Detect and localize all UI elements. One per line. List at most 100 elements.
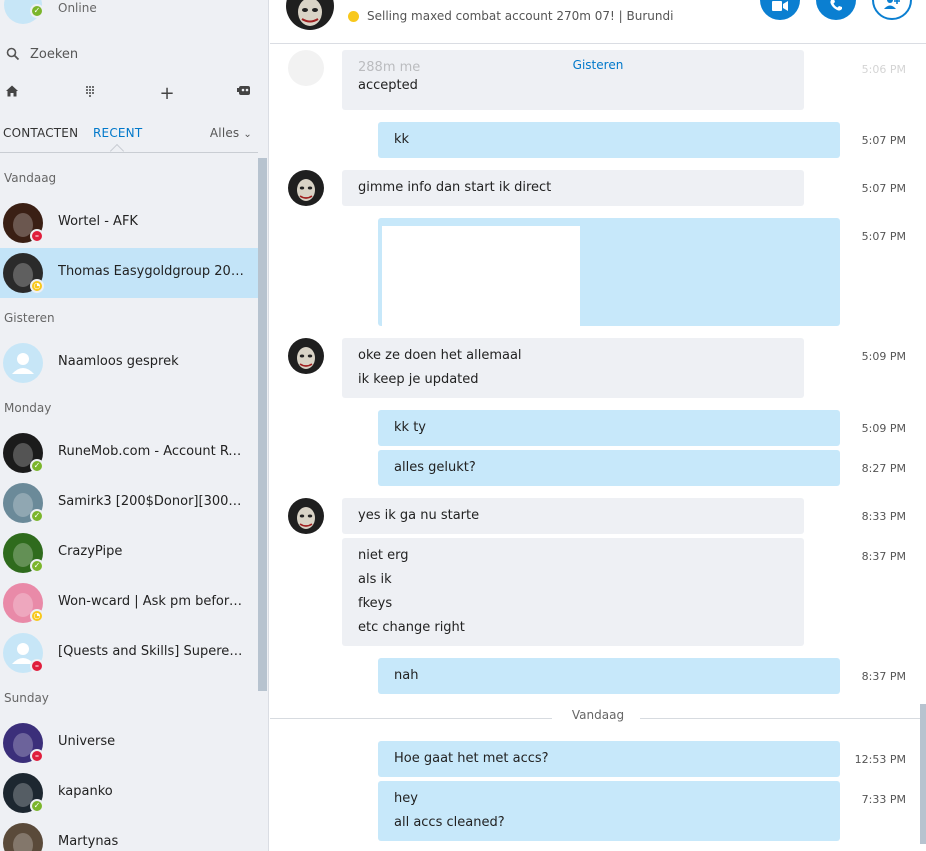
date-separator: Gisteren — [270, 58, 926, 78]
busy-status-icon: – — [30, 659, 44, 673]
message-time: 5:09 PM — [861, 422, 906, 435]
message-line: alles gelukt? — [394, 460, 476, 475]
online-status-icon: ✓ — [30, 559, 44, 573]
date-label: Gisteren — [572, 58, 624, 72]
recent-chat-item[interactable]: ✓ RuneMob.com - Account Rent... — [0, 428, 258, 478]
sender-avatar[interactable] — [288, 170, 324, 206]
section-header: Vandaag — [4, 171, 57, 185]
chat-name: Won-wcard | Ask pm before t... — [58, 594, 248, 609]
recent-chat-item[interactable]: ◔ Won-wcard | Ask pm before t... — [0, 578, 258, 628]
message-bubble[interactable]: hey all accs cleaned? — [378, 781, 840, 841]
message-line: niet erg — [358, 548, 409, 563]
contact-avatar[interactable] — [286, 0, 334, 30]
audio-call-button[interactable] — [816, 0, 856, 20]
busy-status-icon: – — [30, 749, 44, 763]
chevron-down-icon: ⌄ — [243, 129, 252, 140]
phone-icon — [830, 0, 842, 11]
message-time: 12:53 PM — [854, 753, 906, 766]
chat-pane: Selling maxed combat account 270m 07! | … — [270, 0, 926, 851]
sidebar-scrollbar[interactable] — [258, 158, 267, 691]
filter-label: Alles — [209, 126, 240, 140]
sidebar-toolbar: + — [0, 84, 258, 104]
dialpad-icon[interactable] — [80, 84, 100, 104]
message-time: 5:07 PM — [861, 182, 906, 195]
contact-mood: Selling maxed combat account 270m 07! | … — [348, 9, 673, 23]
message-time: 8:27 PM — [861, 462, 906, 475]
message-bubble[interactable]: niet erg als ik fkeys etc change right — [342, 538, 804, 646]
profile-status: Online — [58, 1, 97, 15]
message-time: 8:37 PM — [861, 670, 906, 683]
recent-chat-item[interactable]: ✓ Samirk3 [200$Donor][300+Vo... — [0, 478, 258, 528]
message-bubble[interactable]: gimme info dan start ik direct — [342, 170, 804, 206]
message-bubble[interactable]: alles gelukt? — [378, 450, 840, 486]
chat-scrollbar[interactable] — [920, 704, 926, 844]
home-icon[interactable] — [2, 84, 22, 104]
message-line: nah — [394, 668, 419, 683]
message-bubble[interactable]: kk ty — [378, 410, 840, 446]
message-line: kk ty — [394, 420, 426, 435]
chat-header: Selling maxed combat account 270m 07! | … — [270, 0, 926, 44]
message-time: 8:37 PM — [861, 550, 906, 563]
video-call-button[interactable] — [760, 0, 800, 20]
recent-chat-item[interactable]: Martynas — [0, 818, 258, 851]
message-line: Hoe gaat het met accs? — [394, 751, 549, 766]
message-line: fkeys — [358, 596, 393, 611]
tab-contacts[interactable]: CONTACTEN — [3, 126, 78, 140]
recent-list: Vandaag – Wortel - AFK ◔ Thomas Easygold… — [0, 158, 258, 851]
image-message[interactable] — [378, 218, 840, 326]
search-input[interactable]: Zoeken — [30, 47, 78, 62]
sidebar: ✓ Online Zoeken + CONTACTEN RECENT Alles… — [0, 0, 269, 851]
video-camera-icon — [772, 1, 788, 11]
image-placeholder[interactable] — [382, 226, 580, 326]
search-bar[interactable]: Zoeken — [6, 43, 256, 65]
recent-chat-item[interactable]: ✓ CrazyPipe — [0, 528, 258, 578]
recent-chat-item[interactable]: – [Quests and Skills] Supered [T... — [0, 628, 258, 678]
online-status-icon: ✓ — [30, 4, 44, 18]
divider — [640, 718, 926, 719]
contact-tabs: CONTACTEN RECENT Alles ⌄ — [0, 126, 258, 159]
online-status-icon: ✓ — [30, 459, 44, 473]
message-bubble[interactable]: Hoe gaat het met accs? — [378, 741, 840, 777]
recent-chat-item[interactable]: ◔ Thomas Easygoldgroup 200$... — [0, 248, 258, 298]
profile-header[interactable]: ✓ Online — [0, 0, 268, 26]
message-bubble[interactable]: yes ik ga nu starte — [342, 498, 804, 534]
chat-name: CrazyPipe — [58, 544, 123, 559]
message-time: 8:33 PM — [861, 510, 906, 523]
message-line: all accs cleaned? — [394, 815, 505, 830]
section-header: Monday — [4, 401, 52, 415]
recent-chat-item[interactable]: – Universe — [0, 718, 258, 768]
sender-avatar[interactable] — [288, 498, 324, 534]
message-time: 5:09 PM — [861, 350, 906, 363]
chat-name: Samirk3 [200$Donor][300+Vo... — [58, 494, 248, 509]
online-status-icon: ✓ — [30, 799, 44, 813]
tab-indicator — [109, 143, 125, 159]
busy-status-icon: – — [30, 229, 44, 243]
recent-chat-item[interactable]: ✓ kapanko — [0, 768, 258, 818]
message-time: 5:07 PM — [861, 230, 906, 243]
recent-chat-item[interactable]: – Wortel - AFK — [0, 198, 258, 248]
chat-name: Martynas — [58, 834, 119, 849]
sender-avatar[interactable] — [288, 338, 324, 374]
message-bubble[interactable]: kk — [378, 122, 840, 158]
divider — [0, 152, 258, 153]
chat-name: Wortel - AFK — [58, 214, 138, 229]
message-line: gimme info dan start ik direct — [358, 180, 552, 195]
message-time: 7:33 PM — [861, 793, 906, 806]
bot-icon[interactable] — [234, 84, 254, 104]
section-header: Sunday — [4, 691, 49, 705]
message-line: kk — [394, 132, 410, 147]
message-line: ik keep je updated — [358, 372, 479, 387]
mood-text: Selling maxed combat account 270m 07! | … — [367, 9, 674, 23]
chat-name: kapanko — [58, 784, 113, 799]
add-icon[interactable]: + — [157, 84, 177, 104]
filter-dropdown[interactable]: Alles ⌄ — [210, 126, 252, 140]
message-bubble[interactable]: oke ze doen het allemaal ik keep je updat… — [342, 338, 804, 398]
date-separator: Vandaag — [270, 708, 926, 728]
message-bubble[interactable]: nah — [378, 658, 840, 694]
away-clock-icon — [348, 10, 359, 22]
chat-name: Naamloos gesprek — [58, 354, 179, 369]
recent-chat-item[interactable]: Naamloos gesprek — [0, 338, 258, 388]
avatar — [3, 343, 43, 383]
tab-recent[interactable]: RECENT — [93, 126, 142, 140]
add-participant-button[interactable] — [872, 0, 912, 20]
